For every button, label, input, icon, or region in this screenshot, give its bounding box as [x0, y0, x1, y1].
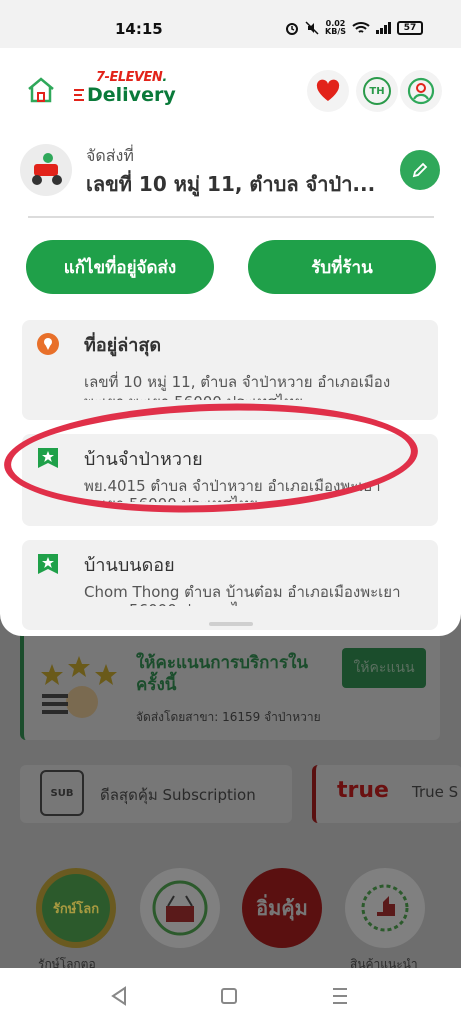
address-card-saved[interactable]: บ้านบนดอย Chom Thong ตำบล บ้านต๋อม อำเภอ…: [22, 540, 438, 630]
recommend-category[interactable]: [345, 868, 425, 948]
heart-icon: [316, 79, 340, 101]
signal-icon: [376, 22, 391, 34]
address-name: บ้านบนดอย: [84, 555, 175, 576]
battery-icon: 57: [397, 21, 423, 35]
true-label: True S: [412, 783, 459, 801]
status-icons: 0.02 KB/S 57: [285, 20, 423, 36]
delivery-address-row: จัดส่งที่ เลขที่ 10 หมู่ 11, ตำบล จำป่า.…: [20, 144, 440, 216]
net-speed: 0.02 KB/S: [325, 19, 346, 36]
sheet-drag-handle[interactable]: [209, 622, 253, 626]
delivery-label: จัดส่งที่: [86, 146, 134, 165]
home-icon[interactable]: [26, 76, 56, 104]
true-logo: true: [337, 778, 389, 803]
home-nav-icon[interactable]: [221, 988, 237, 1004]
profile-button[interactable]: [400, 70, 442, 112]
basket-category[interactable]: [140, 868, 220, 948]
address-line: พะเยา พะเยา 56000 ประเทศไทย: [84, 390, 303, 400]
back-icon[interactable]: [110, 986, 128, 1006]
address-card-saved[interactable]: บ้านจำป่าหวาย พย.4015 ตำบล จำป่าหวาย อำเ…: [22, 434, 438, 526]
system-nav-bar: [0, 968, 461, 1024]
address-card-recent[interactable]: ที่อยู่ล่าสุด เลขที่ 10 หมู่ 11, ตำบล จำ…: [22, 320, 438, 420]
subscription-label: ดีลสุดคุ้ม Subscription: [100, 786, 256, 804]
basket-icon: [152, 880, 208, 936]
rate-branch: จัดส่งโดยสาขา: 16159 จำป่าหวาย: [136, 710, 321, 724]
pickup-at-store-button[interactable]: รับที่ร้าน: [248, 240, 436, 294]
status-bar: 14:15 0.02 KB/S 57: [0, 0, 461, 48]
recents-icon[interactable]: [331, 986, 349, 1006]
address-name: บ้านจำป่าหวาย: [84, 449, 203, 470]
scooter-icon: [32, 153, 62, 185]
address-line: พะเยา 56000 ประเทศไทย: [84, 492, 258, 502]
star-bookmark-icon: [38, 448, 58, 468]
thumbs-up-icon: [361, 884, 409, 932]
address-line: พะเยา 56000 ประเทศไทย: [84, 598, 258, 606]
value-category[interactable]: อิ่มคุ้ม: [242, 868, 322, 948]
edit-address-button[interactable]: [400, 150, 440, 190]
pencil-icon: [412, 162, 428, 178]
rating-stars-icon: [41, 656, 117, 718]
address-name: ที่อยู่ล่าสุด: [84, 335, 162, 356]
green-category[interactable]: รักษ์โลก: [36, 868, 116, 948]
favorites-button[interactable]: [307, 70, 349, 112]
address-sheet: 7-ELEVEN. Delivery TH จัดส่งที่ เลขที่ 1…: [0, 48, 461, 636]
brand-logo: 7-ELEVEN. Delivery: [74, 70, 176, 105]
green-category-text: รักษ์โลก: [52, 901, 100, 917]
delivery-address: เลขที่ 10 หมู่ 11, ตำบล จำป่า...: [86, 172, 376, 196]
divider: [28, 216, 434, 218]
star-bookmark-icon: [38, 554, 58, 574]
scooter-avatar: [20, 144, 72, 196]
mute-icon: [305, 21, 319, 35]
status-time: 14:15: [115, 20, 163, 38]
location-pin-icon: [37, 333, 59, 355]
language-button[interactable]: TH: [356, 70, 398, 112]
edit-delivery-address-button[interactable]: แก้ไขที่อยู่จัดส่ง: [26, 240, 214, 294]
user-icon: [407, 77, 435, 105]
rate-title: ให้คะแนนการบริการในครั้งนี้: [136, 653, 308, 695]
rate-button[interactable]: ให้คะแนน: [342, 648, 426, 688]
wifi-icon: [352, 22, 370, 33]
alarm-icon: [286, 23, 299, 35]
language-label: TH: [363, 77, 391, 105]
sheet-header: 7-ELEVEN. Delivery TH: [0, 48, 461, 132]
subscription-icon: SUB: [40, 770, 84, 816]
